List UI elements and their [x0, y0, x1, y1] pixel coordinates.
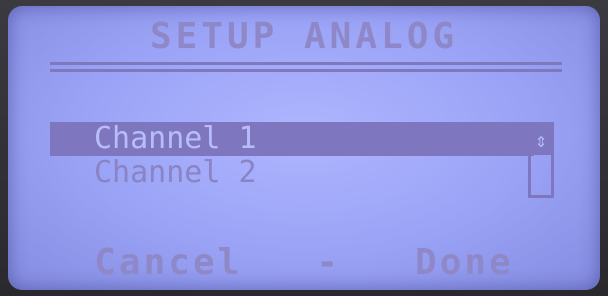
title-divider-top [50, 62, 562, 65]
list-item-label: Channel 2 [94, 155, 257, 190]
list-item-channel-1[interactable]: Channel 1 [50, 122, 534, 156]
list-item-channel-2[interactable]: Channel 2 [50, 156, 534, 190]
title-divider-bottom [50, 69, 562, 72]
softkey-bar: Cancel - Done [8, 242, 600, 283]
softkey-separator: - [316, 242, 342, 283]
list-scrollbar[interactable]: ⇕ [528, 122, 554, 198]
up-down-arrow-icon[interactable]: ⇕ [531, 125, 551, 155]
lcd-screen: SETUP ANALOG Channel 1 Channel 2 ⇕ Cance… [8, 6, 600, 290]
cancel-button[interactable]: Cancel [94, 242, 242, 283]
list-item-label: Channel 1 [94, 121, 257, 156]
done-button[interactable]: Done [415, 242, 514, 283]
screen-title: SETUP ANALOG [149, 16, 459, 57]
channel-list: Channel 1 Channel 2 [50, 122, 534, 190]
